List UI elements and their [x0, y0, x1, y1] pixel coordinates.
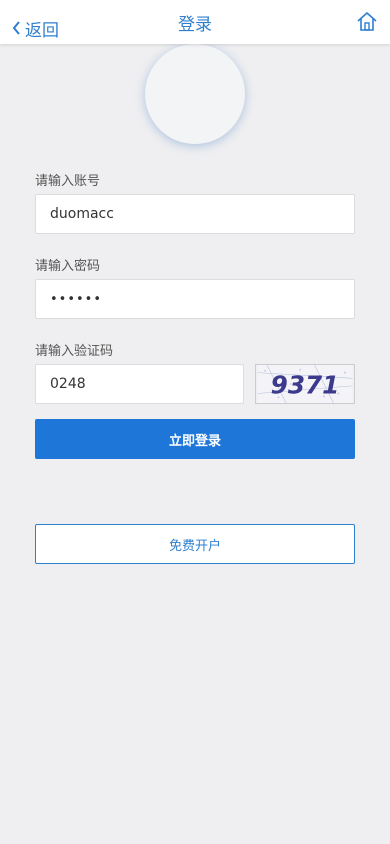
home-icon[interactable]: [356, 10, 378, 32]
captcha-text: 9371: [271, 371, 340, 400]
captcha-image[interactable]: 9371: [255, 364, 355, 404]
account-input[interactable]: duomacc: [35, 194, 355, 234]
top-nav-bar: 返回 登录: [0, 0, 390, 44]
account-label: 请输入账号: [35, 174, 101, 189]
password-label: 请输入密码: [35, 259, 101, 274]
password-input[interactable]: ••••••: [35, 279, 355, 319]
verification-code-label: 请输入验证码: [35, 344, 114, 359]
avatar: [145, 44, 245, 144]
login-button[interactable]: 立即登录: [35, 419, 355, 459]
page-title: 登录: [178, 15, 212, 35]
verification-code-input[interactable]: 0248: [35, 364, 244, 404]
register-button[interactable]: 免费开户: [35, 524, 355, 564]
